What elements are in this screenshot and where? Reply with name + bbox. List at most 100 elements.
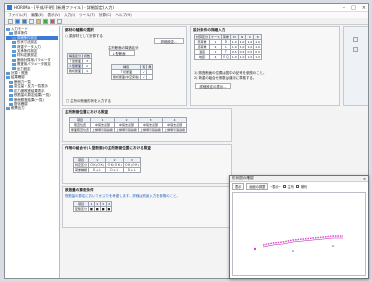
support-marker bbox=[332, 245, 334, 247]
drawing-canvas[interactable] bbox=[232, 192, 366, 276]
menu-file[interactable]: ファイル(F) bbox=[8, 13, 27, 18]
legend-label-1: 主桁 bbox=[287, 184, 294, 189]
show-detail-button[interactable]: 詳細設定の表示... bbox=[195, 83, 231, 89]
table-cell[interactable]: ＯＫ(ＯＫ) bbox=[88, 162, 107, 168]
table-row: 断面照査位置 上縁側引張鉄筋 上縁側引張鉄筋 上縁側引張鉄筋 上縁側引張鉄筋 bbox=[68, 127, 188, 133]
girder-curve bbox=[262, 235, 343, 246]
folder-icon bbox=[12, 67, 16, 71]
col-header: 構造区分 bbox=[66, 53, 84, 59]
table-cell[interactable]: Ｄ＋Ｌ bbox=[88, 167, 107, 173]
dialog-close-button[interactable]: × bbox=[363, 177, 366, 181]
tree-item-label: 帳票出力 bbox=[11, 106, 25, 111]
detail-settings-button[interactable]: 詳細設定... bbox=[154, 38, 184, 44]
chart-icon[interactable] bbox=[353, 37, 358, 42]
check-icon[interactable] bbox=[43, 18, 48, 24]
menu-input[interactable]: 入力(I) bbox=[64, 13, 75, 18]
table-cell[interactable]: 4 bbox=[209, 54, 222, 60]
menu-tools[interactable]: ツール(T) bbox=[79, 13, 95, 18]
table-icon[interactable] bbox=[353, 47, 358, 52]
close-button[interactable]: × bbox=[362, 5, 366, 11]
member-type-panel: 部材の種類の選択 ○ 梁部材として計算する 詳細設定... 主桁断面の構造区分 … bbox=[62, 26, 187, 106]
dialog-adjust-button[interactable]: 画面の調整 bbox=[246, 182, 269, 190]
design-conditions-title: 設計条件の詳細入力 bbox=[193, 28, 226, 32]
navigation-tree: 入力モード 基本条件 詳細条件設定 形状寸法設定 荷重データ入力 支承条件設定 材料定数設定… bbox=[5, 26, 60, 278]
maximize-button[interactable]: □ bbox=[351, 5, 356, 11]
table-cell[interactable]: 上縁側引張鉄筋 bbox=[90, 127, 116, 133]
table-cell[interactable]: ＥＱ bbox=[220, 54, 231, 60]
calc-icon[interactable] bbox=[36, 18, 41, 24]
dialog-title: 形状図の確認 bbox=[232, 176, 254, 180]
structure-select[interactable]: Ｌ型断面 bbox=[109, 50, 135, 56]
checkbox-cell[interactable] bbox=[146, 74, 154, 80]
load-case-table: 計算区分 ケース 荷重 M N S θ 死荷重 1 Ｄ 1.0 1.0 1.0 1.0 活荷… bbox=[193, 34, 263, 60]
girder-check-table: 項目 1 2 3 4 照査位置 中間支点部 中間支点部 中間支点部 中間支点部 断面照査… bbox=[68, 117, 188, 133]
window-title: HORIMa - [平成/不明] [新規ファイル] - 詳細設定(入力) bbox=[14, 4, 114, 10]
shape-preview-dialog: 形状図の確認 × 表示 画面の調整 ─表示─ 主桁 横桁 bbox=[229, 175, 369, 279]
structure-table: 構造区分 桁数 Ｔ型断面 3 Ｌ型断面 2 箱桁断面 1 bbox=[66, 53, 93, 74]
tree-item[interactable]: 帳票出力 bbox=[6, 106, 58, 110]
menu-help[interactable]: ヘルプ(H) bbox=[115, 13, 131, 18]
new-icon[interactable] bbox=[8, 18, 13, 24]
combination-title: 作用の組合せ(Ｌ型断面)の主桁断面位置における照査 bbox=[65, 146, 151, 150]
dialog-display-button[interactable]: 表示 bbox=[232, 182, 245, 190]
rebar-note: 鉄筋量の算定においてかぶりを考慮します。詳細は別途入力を参照のこと。 bbox=[65, 194, 180, 198]
folder-icon bbox=[12, 36, 16, 40]
table-cell: 断面照査位置 bbox=[68, 127, 92, 133]
folder-icon bbox=[12, 45, 16, 49]
combination-table: 項目 1 2 3 判定区分 ＯＫ(ＯＫ) ＯＫ(ＯＫ) ＯＫ(ＯＫ) 荷重種類 Ｄ＋Ｌ Ｄ… bbox=[72, 157, 142, 173]
legend-checkbox-1[interactable] bbox=[282, 184, 286, 188]
table-cell[interactable]: 1 bbox=[82, 68, 93, 74]
col-header: ケース bbox=[209, 34, 222, 40]
help-icon[interactable] bbox=[57, 18, 62, 24]
table-cell[interactable]: 1.0 bbox=[245, 54, 255, 60]
note-2: 2) 荷重の組合せ係数は道示に準拠する。 bbox=[194, 76, 257, 80]
beam-radio[interactable]: ○ 梁部材として計算する bbox=[65, 33, 103, 38]
folder-icon bbox=[9, 32, 13, 36]
col-header: 計算区分 bbox=[193, 34, 211, 40]
minimize-button[interactable]: – bbox=[343, 5, 346, 11]
folder-icon bbox=[6, 107, 10, 111]
folder-icon bbox=[9, 93, 13, 97]
folder-icon bbox=[12, 62, 16, 66]
table-cell[interactable]: ■ bbox=[105, 206, 113, 212]
dialog-toolbar: 表示 画面の調整 ─表示─ 主桁 横桁 bbox=[230, 182, 368, 190]
open-icon[interactable] bbox=[15, 18, 20, 24]
table-cell[interactable]: 箱桁断面 bbox=[66, 68, 84, 74]
table-cell[interactable]: 上縁側引張鉄筋 bbox=[114, 127, 140, 133]
table-cell[interactable]: 上縁側引張鉄筋 bbox=[138, 127, 164, 133]
combination-panel: 作用の組合せ(Ｌ型断面)の主桁断面位置における照査 項目 1 2 3 判定区分 Ｏ… bbox=[62, 144, 232, 184]
table-cell[interactable]: Ｌ型断面 bbox=[66, 63, 84, 69]
folder-icon bbox=[9, 98, 13, 102]
table-cell: 判定区分 bbox=[72, 162, 90, 168]
table-row: 地震 4 ＥＱ 1.0 1.0 1.0 1.0 bbox=[193, 54, 263, 60]
table-cell[interactable]: Ｄ＋Ｌ bbox=[105, 167, 124, 173]
menu-view[interactable]: 表示(V) bbox=[48, 13, 60, 18]
table-cell[interactable]: ＯＫ(ＯＫ) bbox=[105, 162, 124, 168]
save-icon[interactable] bbox=[22, 18, 27, 24]
table-cell[interactable]: 地震 bbox=[193, 54, 211, 60]
table-cell[interactable]: ＯＫ(ＯＫ) bbox=[122, 162, 142, 168]
table-cell[interactable]: 1.0 bbox=[253, 54, 263, 60]
menu-calc[interactable]: 計算(C) bbox=[99, 13, 112, 18]
table-cell[interactable]: 1.0 bbox=[237, 54, 247, 60]
table-cell[interactable]: Ｔ型断面 bbox=[66, 58, 84, 64]
start-marker bbox=[253, 247, 257, 251]
app-icon bbox=[7, 5, 12, 10]
shape-input-checkbox[interactable]: □ 主桁の断面形状を入力する bbox=[66, 98, 111, 103]
menu-edit[interactable]: 編集(E) bbox=[31, 13, 43, 18]
design-conditions-panel: 設計条件の詳細入力 計算区分 ケース 荷重 M N S θ 死荷重 1 Ｄ 1.0 1.… bbox=[190, 26, 340, 106]
table-cell[interactable]: 1.0 bbox=[229, 54, 239, 60]
legend-checkbox-2[interactable] bbox=[295, 184, 299, 188]
table-cell[interactable]: 上縁側引張鉄筋 bbox=[162, 127, 188, 133]
support-marker bbox=[292, 250, 294, 252]
print-icon[interactable] bbox=[29, 18, 34, 24]
table-row: 荷重種類 Ｄ＋Ｌ Ｄ＋Ｌ Ｄ＋Ｌ bbox=[72, 167, 142, 173]
table-row: 判定区分 ＯＫ(ＯＫ) ＯＫ(ＯＫ) ＯＫ(ＯＫ) bbox=[72, 162, 142, 168]
girder-shape-plot bbox=[253, 235, 343, 252]
girder-check-title: 主桁断面位置における照査 bbox=[65, 110, 109, 114]
table-cell[interactable]: Ｄ＋Ｌ bbox=[122, 167, 142, 173]
stop-icon[interactable] bbox=[50, 18, 55, 24]
right-side-strip bbox=[343, 26, 368, 106]
table-row: 配筋区分 ■ ■ ■ ■ bbox=[72, 206, 113, 212]
toolbar bbox=[5, 18, 368, 25]
